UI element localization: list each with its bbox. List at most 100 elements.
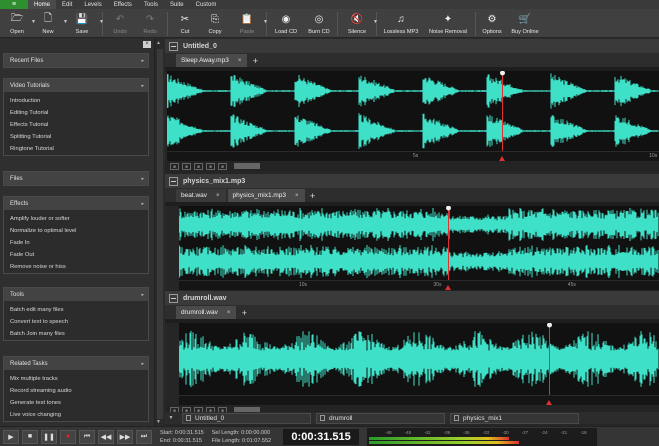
sidebar-link[interactable]: Live voice changing — [10, 409, 148, 421]
sidebar-link[interactable]: Editing Tutorial — [10, 107, 148, 119]
file-title-bar[interactable]: physics_mix1.mp3 — [165, 174, 659, 188]
burn-cd-button[interactable]: ◎ Burn CD — [303, 9, 335, 38]
menu-custom[interactable]: Custom — [190, 0, 223, 9]
playhead-handle[interactable] — [547, 323, 552, 328]
new-button[interactable]: 🗋 New ▼ — [32, 9, 68, 38]
skip-end-icon[interactable]: ⏭ — [136, 429, 152, 444]
lossless-mp3-button[interactable]: ♫ Lossless MP3 — [379, 9, 423, 38]
waveform-view[interactable] — [179, 323, 659, 395]
bottom-tab-physics-mix1[interactable]: physics_mix1 — [450, 412, 579, 424]
sidebar-link[interactable]: Generate test tones — [10, 397, 148, 409]
menu-levels[interactable]: Levels — [78, 0, 107, 9]
paste-button[interactable]: 📋 Paste ▼ — [230, 9, 268, 38]
sidebar-link[interactable]: Batch Join many files — [10, 328, 148, 340]
waveform[interactable] — [167, 71, 659, 151]
rewind-icon[interactable]: ◀◀ — [98, 429, 114, 444]
silence-button[interactable]: 🔇 Silence ▼ — [340, 9, 378, 38]
sidebar-link[interactable]: Record streaming audio — [10, 385, 148, 397]
close-icon[interactable]: × — [238, 58, 242, 64]
bottom-tab-drumroll[interactable]: drumroll — [316, 412, 445, 424]
menu-edit[interactable]: Edit — [56, 0, 78, 9]
waveform-view[interactable] — [179, 206, 659, 280]
chevron-down-icon[interactable]: ▼ — [99, 19, 104, 25]
sidebar-link[interactable]: Remove noise or hiss — [10, 261, 148, 273]
panel-header[interactable]: Video Tutorials ▸ — [4, 79, 148, 92]
sidebar-link[interactable]: Amplify louder or softer — [10, 213, 148, 225]
sidebar-link[interactable]: Effects Tutorial — [10, 119, 148, 131]
playhead-handle[interactable] — [446, 206, 451, 211]
panel-header[interactable]: Recent Files ▸ — [4, 54, 148, 67]
sidebar-link[interactable]: Splitting Tutorial — [10, 131, 148, 143]
file-title-bar[interactable]: Untitled_0 — [165, 39, 659, 53]
time-ruler[interactable]: 5s 10s — [167, 151, 659, 161]
play-icon[interactable]: ▶ — [3, 429, 19, 444]
record-icon[interactable]: ● — [60, 429, 76, 444]
waveform-view[interactable] — [167, 71, 659, 151]
pause-icon[interactable]: ❚❚ — [41, 429, 57, 444]
menu-suite[interactable]: Suite — [164, 0, 190, 9]
add-tab-icon[interactable]: + — [238, 306, 250, 319]
options-button[interactable]: ⚙ Options — [478, 9, 506, 38]
tab-physics-mix1-mp3[interactable]: physics_mix1.mp3 × — [227, 189, 305, 202]
fast-forward-icon[interactable]: ▶▶ — [117, 429, 133, 444]
close-icon[interactable]: × — [143, 41, 151, 48]
panel-header[interactable]: Files ▸ — [4, 172, 148, 185]
sidebar-link[interactable]: Fade In — [10, 237, 148, 249]
scroll-down-icon[interactable]: ▼ — [156, 419, 161, 425]
playhead-marker-icon[interactable] — [545, 400, 552, 405]
load-cd-button[interactable]: ◉ Load CD — [269, 9, 303, 38]
zoom-out-icon[interactable]: ⊕ — [182, 162, 191, 170]
save-button[interactable]: 💾 Save ▼ — [64, 9, 104, 38]
menu-effects[interactable]: Effects — [108, 0, 138, 9]
add-tab-icon[interactable]: + — [249, 54, 261, 67]
close-icon[interactable]: × — [216, 193, 220, 199]
zoom-fit-icon[interactable]: ⊕ — [194, 162, 203, 170]
stop-icon[interactable]: ■ — [22, 429, 38, 444]
copy-button[interactable]: ⎘ Copy — [200, 9, 230, 38]
sidebar-link[interactable]: Mix multiple tracks — [10, 373, 148, 385]
menu-home[interactable]: Home — [28, 0, 57, 9]
menu-tools[interactable]: Tools — [138, 0, 164, 9]
sidebar-link[interactable]: Batch edit many files — [10, 304, 148, 316]
panel-header[interactable]: Tools ▸ — [4, 288, 148, 301]
waveform[interactable] — [179, 323, 659, 395]
tab-beat-wav[interactable]: beat.wav × — [176, 189, 226, 202]
zoom-full-icon[interactable]: ⊕ — [218, 162, 227, 170]
panel-header[interactable]: Effects ▸ — [4, 197, 148, 210]
sidebar-link[interactable]: Introduction — [10, 95, 148, 107]
skip-start-icon[interactable]: ⏮ — [79, 429, 95, 444]
app-menu-button[interactable]: ≡ — [0, 0, 28, 9]
file-title-bar[interactable]: drumroll.wav — [165, 291, 659, 305]
noise-removal-button[interactable]: ✦ Noise Removal — [423, 9, 473, 38]
playhead-handle[interactable] — [500, 71, 505, 76]
zoom-selection-icon[interactable]: ⊕ — [206, 162, 215, 170]
sidebar-link[interactable]: Normalize to optimal level — [10, 225, 148, 237]
redo-button[interactable]: ↷ Redo — [135, 9, 165, 38]
sidebar-link[interactable]: Convert text to speech — [10, 316, 148, 328]
waveform[interactable] — [179, 206, 659, 280]
horizontal-scrollbar[interactable] — [234, 163, 260, 169]
zoom-in-icon[interactable]: ⊕ — [170, 162, 179, 170]
sidebar-scrollbar[interactable]: ▲ ▼ — [154, 39, 164, 426]
close-icon[interactable]: × — [295, 193, 299, 199]
scroll-up-icon[interactable]: ▲ — [156, 40, 161, 46]
time-ruler[interactable] — [179, 395, 659, 405]
chevron-down-icon[interactable]: ▼ — [263, 19, 268, 25]
time-ruler[interactable]: 10s 30s 45s — [179, 280, 659, 290]
tab-sleep-away-mp3[interactable]: Sleep Away.mp3 × — [176, 54, 248, 67]
undo-button[interactable]: ↶ Undo — [105, 9, 135, 38]
buy-online-button[interactable]: 🛒 Buy Online — [506, 9, 544, 38]
chevron-down-icon[interactable]: ▼ — [165, 413, 177, 424]
collapse-icon[interactable] — [169, 176, 178, 186]
tab-drumroll-wav[interactable]: drumroll.wav × — [176, 306, 237, 319]
open-button[interactable]: 🗁 Open ▼ — [2, 9, 36, 38]
playhead-marker-icon[interactable] — [444, 285, 451, 290]
add-tab-icon[interactable]: + — [307, 189, 319, 202]
panel-header[interactable]: Related Tasks ▸ — [4, 357, 148, 370]
chevron-down-icon[interactable]: ▼ — [373, 19, 378, 25]
sidebar-link[interactable]: Fade Out — [10, 249, 148, 261]
collapse-icon[interactable] — [169, 293, 178, 303]
cut-button[interactable]: ✂ Cut — [170, 9, 200, 38]
bottom-tab-untitled-0[interactable]: Untitled_0 — [182, 412, 311, 424]
sidebar-link[interactable]: Ringtone Tutorial — [10, 143, 148, 155]
